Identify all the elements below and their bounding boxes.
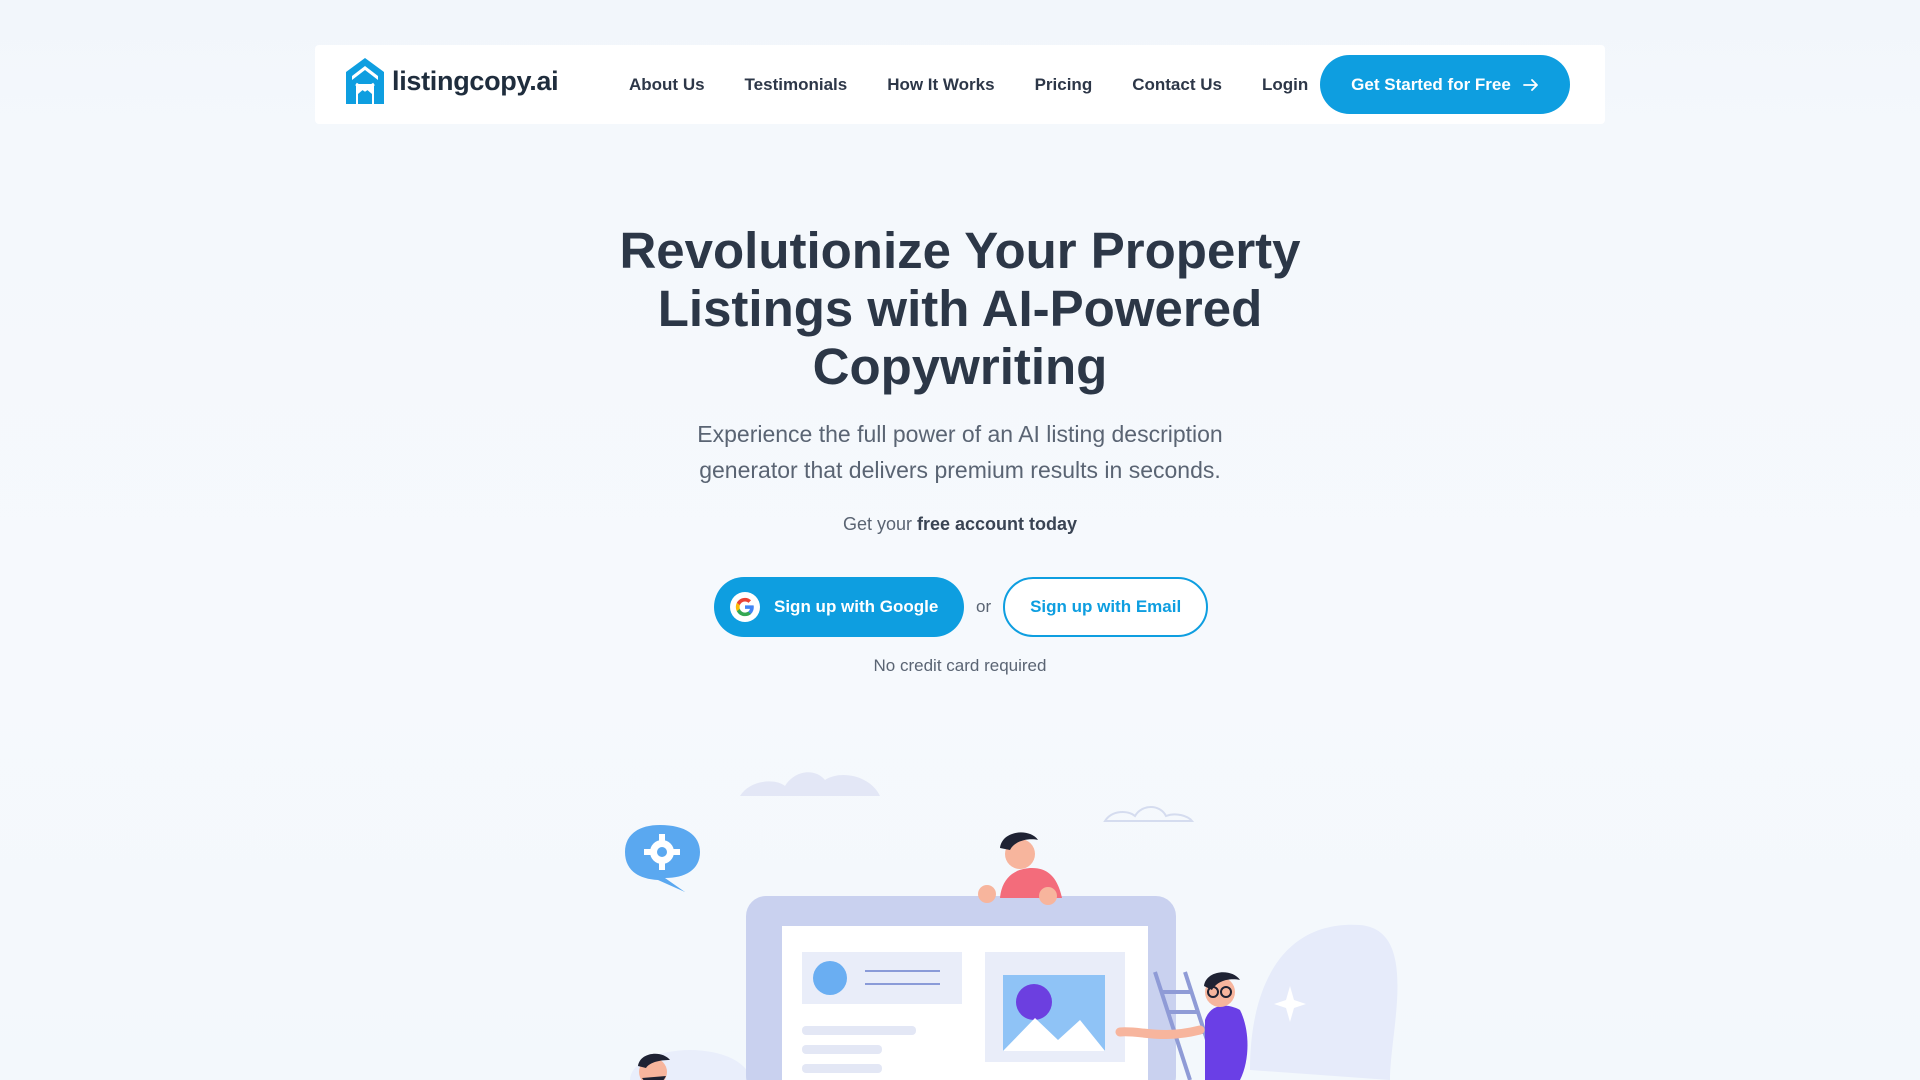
gear-icon (625, 825, 700, 892)
subhead-line-2: generator that delivers premium results … (699, 457, 1221, 483)
nav-how-it-works[interactable]: How It Works (887, 75, 994, 95)
cloud-icon (740, 772, 880, 796)
cloud-outline-icon (1103, 806, 1195, 822)
email-signup-label: Sign up with Email (1030, 597, 1182, 616)
or-separator: or (976, 597, 992, 616)
google-signup-button[interactable]: Sign up with Google (714, 577, 964, 637)
nav-links: About Us Testimonials How It Works Prici… (629, 45, 1308, 124)
google-signup-label: Sign up with Google (774, 597, 939, 616)
logo[interactable]: listingcopy.ai (344, 56, 559, 106)
house-logo-icon (346, 58, 384, 104)
headline-line-1: Revolutionize Your Property (619, 222, 1301, 279)
hero-illustration (625, 772, 1398, 1080)
headline-line-3: Copywriting (812, 338, 1108, 395)
nav-pricing[interactable]: Pricing (1035, 75, 1093, 95)
nav-testimonials[interactable]: Testimonials (745, 75, 848, 95)
nav-login[interactable]: Login (1262, 75, 1308, 95)
hero-headline: Revolutionize Your Property Listings wit… (560, 222, 1360, 396)
free-bold: free account today (917, 514, 1078, 534)
arrow-right-icon (1522, 78, 1538, 91)
headline-line-2: Listings with AI-Powered (657, 280, 1263, 337)
hero-subheadline: Experience the full power of an AI listi… (610, 416, 1310, 488)
image-icon (985, 952, 1125, 1062)
free-prefix: Get your (842, 514, 912, 534)
nav-contact-us[interactable]: Contact Us (1132, 75, 1222, 95)
no-credit-card-note: No credit card required (873, 656, 1047, 675)
subhead-line-1: Experience the full power of an AI listi… (697, 421, 1223, 447)
get-started-label: Get Started for Free (1351, 74, 1511, 94)
background-blob (1250, 924, 1398, 1080)
free-account-text: Get your free account today (660, 514, 1260, 535)
top-navbar: listingcopy.ai About Us Testimonials How… (315, 45, 1605, 124)
logo-wordmark: listingcopy.ai (392, 65, 559, 96)
profile-avatar (813, 961, 847, 995)
signup-row: Sign up with Google or Sign up with Emai… (714, 577, 1209, 637)
email-signup-button[interactable]: Sign up with Email (1003, 577, 1209, 637)
person-right-body (1205, 1005, 1248, 1080)
google-icon (730, 592, 760, 622)
nav-about-us[interactable]: About Us (629, 75, 705, 95)
get-started-button[interactable]: Get Started for Free (1320, 55, 1570, 114)
